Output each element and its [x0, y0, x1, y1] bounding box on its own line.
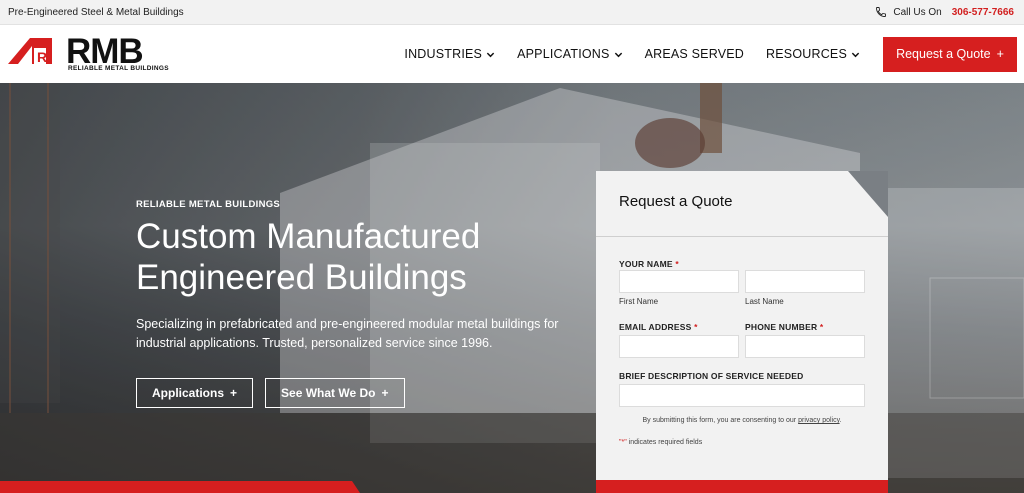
required-mark: *	[675, 259, 679, 269]
consent-text-end: .	[839, 417, 842, 424]
logo-tagline: RELIABLE METAL BUILDINGS	[68, 65, 169, 72]
nav-item-label: AREAS SERVED	[644, 47, 745, 61]
required-fields-note: "*" indicates required fields	[619, 439, 702, 446]
hero-headline-line-2: Engineered Buildings	[136, 258, 467, 297]
phone-label: PHONE NUMBER *	[745, 322, 823, 332]
hero-headline-line-1: Custom Manufactured	[136, 217, 481, 256]
chevron-down-icon	[486, 52, 495, 57]
required-note-mark: "*"	[619, 439, 627, 446]
required-mark: *	[694, 322, 698, 332]
plus-icon: +	[996, 47, 1004, 61]
chevron-down-icon	[614, 52, 622, 57]
last-name-input[interactable]	[745, 270, 865, 293]
phone-icon	[876, 7, 887, 17]
name-label-text: YOUR NAME	[619, 259, 673, 269]
plus-icon: +	[381, 386, 389, 400]
required-note-text: indicates required fields	[626, 439, 703, 446]
phone-input[interactable]	[745, 335, 865, 358]
hero-accent-bar	[0, 481, 360, 493]
nav-item-label: APPLICATIONS	[517, 47, 610, 61]
nav-item-industries[interactable]: INDUSTRIES	[393, 47, 506, 61]
email-label: EMAIL ADDRESS *	[619, 322, 698, 332]
request-quote-button[interactable]: Request a Quote +	[883, 36, 1017, 72]
see-what-we-do-button[interactable]: See What We Do +	[265, 378, 405, 408]
description-input[interactable]	[619, 384, 865, 407]
nav-item-resources[interactable]: RESOURCES	[755, 47, 871, 61]
consent-text: By submitting this form, you are consent…	[596, 417, 888, 424]
form-bottom-accent	[596, 480, 888, 493]
applications-button-label: Applications	[152, 386, 225, 400]
form-title: Request a Quote	[619, 193, 733, 210]
see-what-we-do-label: See What We Do	[281, 386, 376, 400]
hero-buttons: Applications + See What We Do +	[136, 378, 596, 408]
topbar-contact: Call Us On 306-577-7666	[875, 6, 1014, 18]
first-name-sublabel: First Name	[619, 297, 659, 306]
nav-item-applications[interactable]: APPLICATIONS	[506, 47, 633, 61]
hero-headline: Custom Manufactured Engineered Buildings	[136, 216, 596, 298]
last-name-sublabel: Last Name	[745, 297, 784, 306]
first-name-input[interactable]	[619, 270, 739, 293]
form-divider	[596, 236, 888, 237]
nav-item-label: INDUSTRIES	[404, 47, 483, 61]
chevron-down-icon	[851, 52, 860, 57]
svg-text:R: R	[37, 49, 47, 65]
consent-text-body: By submitting this form, you are consent…	[642, 417, 797, 424]
request-quote-label: Request a Quote	[896, 47, 991, 61]
nav-item-areas-served[interactable]: AREAS SERVED	[634, 47, 755, 61]
top-bar: Pre-Engineered Steel & Metal Buildings C…	[0, 0, 1024, 25]
nav-item-label: RESOURCES	[766, 47, 847, 61]
hero-content: RELIABLE METAL BUILDINGS Custom Manufact…	[136, 199, 596, 408]
logo-mark-icon: R	[8, 38, 52, 65]
email-label-text: EMAIL ADDRESS	[619, 322, 692, 332]
call-label: Call Us On	[893, 6, 942, 18]
email-input[interactable]	[619, 335, 739, 358]
site-header: R RMB RELIABLE METAL BUILDINGS INDUSTRIE…	[0, 25, 1024, 83]
quote-form-card: Request a Quote YOUR NAME * First Name L…	[596, 171, 888, 493]
phone-link[interactable]: 306-577-7666	[952, 7, 1014, 18]
plus-icon: +	[230, 386, 238, 400]
main-nav: INDUSTRIES APPLICATIONS AREAS SERVED RES…	[393, 36, 1017, 72]
site-logo[interactable]: R RMB RELIABLE METAL BUILDINGS	[8, 32, 176, 74]
card-corner-cut	[848, 171, 888, 217]
required-mark: *	[819, 322, 824, 332]
hero-eyebrow: RELIABLE METAL BUILDINGS	[136, 199, 281, 210]
hero-description: Specializing in prefabricated and pre-en…	[136, 317, 559, 350]
description-label: BRIEF DESCRIPTION OF SERVICE NEEDED	[619, 371, 804, 381]
privacy-policy-link[interactable]: privacy policy	[798, 417, 840, 424]
applications-button[interactable]: Applications +	[136, 378, 254, 408]
topbar-tagline: Pre-Engineered Steel & Metal Buildings	[8, 6, 184, 18]
hero-section: RELIABLE METAL BUILDINGS Custom Manufact…	[0, 83, 1024, 493]
phone-label-text: PHONE NUMBER	[745, 322, 818, 332]
name-label: YOUR NAME *	[619, 259, 679, 269]
